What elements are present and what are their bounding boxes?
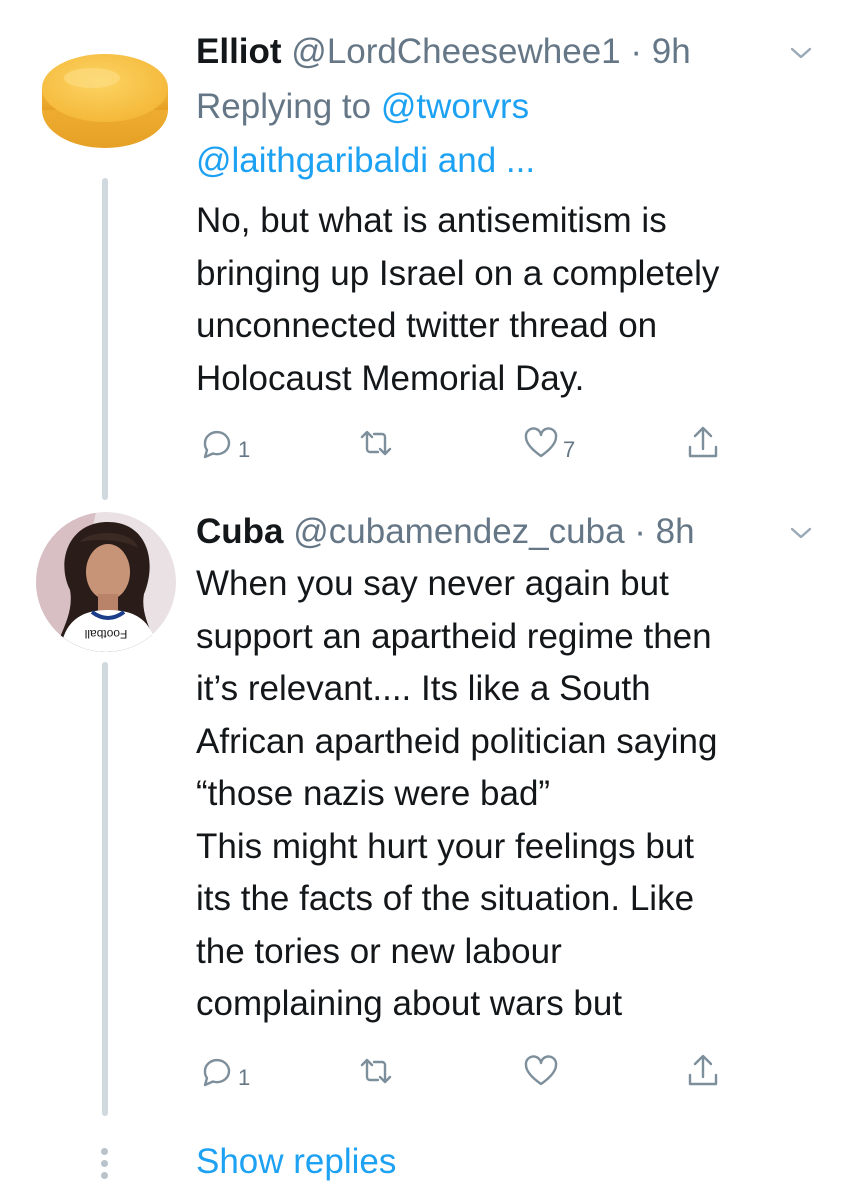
cheese-avatar-image bbox=[42, 54, 168, 148]
thread-line bbox=[102, 178, 108, 500]
tweet[interactable]: Elliot @LordCheesewhee1 · 9h Replying to… bbox=[196, 30, 816, 405]
timestamp[interactable]: · 8h bbox=[634, 512, 694, 551]
timestamp[interactable]: · 9h bbox=[630, 32, 690, 71]
like-button[interactable] bbox=[521, 1046, 561, 1096]
tweet-actions: 1 bbox=[196, 1046, 756, 1096]
display-name[interactable]: Cuba bbox=[196, 512, 284, 551]
reply-count: 1 bbox=[238, 1065, 251, 1090]
heart-icon bbox=[524, 427, 558, 458]
tweet-header: Cuba @cubamendez_cuba · 8h bbox=[196, 510, 816, 554]
tweet[interactable]: Cuba @cubamendez_cuba · 8h When you say … bbox=[196, 510, 816, 1031]
avatar[interactable]: Football bbox=[36, 512, 176, 652]
avatar[interactable] bbox=[30, 38, 180, 158]
reply-button[interactable]: 1 bbox=[196, 1046, 250, 1096]
share-icon bbox=[688, 1054, 718, 1086]
share-button[interactable] bbox=[683, 418, 723, 468]
chevron-down-icon[interactable] bbox=[786, 518, 816, 548]
replying-to: Replying to @tworvrs @laithgaribaldi and… bbox=[196, 80, 816, 188]
share-button[interactable] bbox=[683, 1046, 723, 1096]
retweet-button[interactable] bbox=[356, 1046, 396, 1096]
replying-to-link[interactable]: @laithgaribaldi and ... bbox=[196, 141, 535, 180]
tweet-text: No, but what is antisemitism is bringing… bbox=[196, 201, 720, 398]
display-name[interactable]: Elliot bbox=[196, 32, 282, 71]
profile-photo-image: Football bbox=[36, 512, 176, 652]
retweet-icon bbox=[360, 430, 392, 456]
user-handle[interactable]: @cubamendez_cuba bbox=[293, 512, 624, 551]
chevron-down-icon[interactable] bbox=[786, 38, 816, 68]
tweet-header: Elliot @LordCheesewhee1 · 9h bbox=[196, 30, 816, 74]
user-handle[interactable]: @LordCheesewhee1 bbox=[291, 32, 620, 71]
retweet-button[interactable] bbox=[356, 418, 396, 468]
thread-more-dots bbox=[101, 1148, 109, 1184]
retweet-icon bbox=[360, 1058, 392, 1084]
reply-icon bbox=[203, 431, 231, 459]
shirt-logo-text: Football bbox=[85, 627, 128, 641]
share-icon bbox=[688, 426, 718, 458]
reply-icon bbox=[203, 1059, 231, 1087]
show-replies-link[interactable]: Show replies bbox=[196, 1142, 396, 1182]
tweet-text: When you say never again but support an … bbox=[196, 564, 718, 1023]
tweet-actions: 1 7 bbox=[196, 418, 756, 468]
heart-icon bbox=[524, 1055, 558, 1086]
like-count: 7 bbox=[563, 437, 576, 462]
reply-button[interactable]: 1 bbox=[196, 418, 250, 468]
reply-count: 1 bbox=[238, 437, 251, 462]
replying-to-link[interactable]: @tworvrs bbox=[381, 87, 529, 126]
thread-line bbox=[102, 662, 108, 1116]
like-button[interactable]: 7 bbox=[521, 418, 575, 468]
replying-to-label: Replying to bbox=[196, 87, 372, 126]
